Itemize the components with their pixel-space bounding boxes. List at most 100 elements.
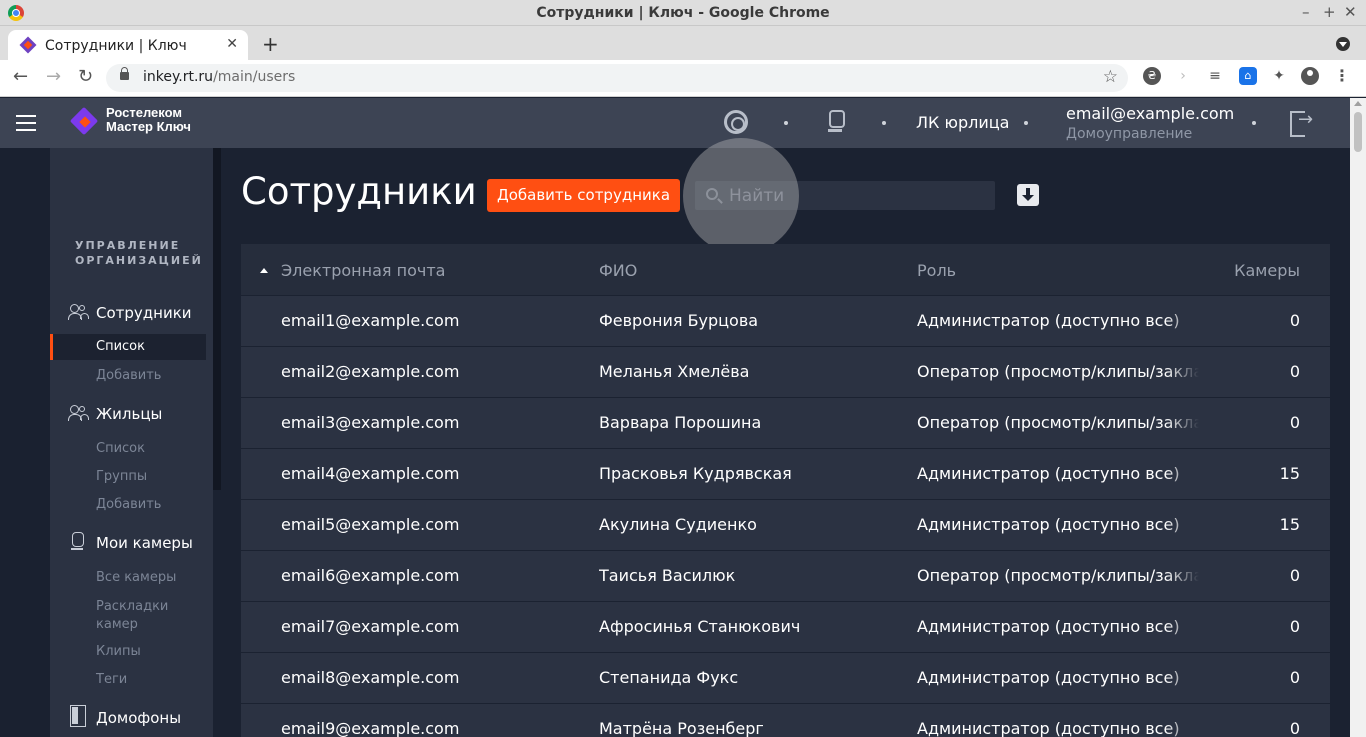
sidebar-item-residents-add[interactable]: Добавить — [96, 497, 161, 512]
column-header-role[interactable]: Роль — [917, 261, 956, 280]
table-row[interactable]: email7@example.com Афросинья Станюкович Ад… — [241, 602, 1330, 653]
table-row[interactable]: email1@example.com Феврония Бурцова Админи… — [241, 296, 1330, 347]
forward-button[interactable]: → — [46, 66, 61, 87]
sidebar-heading: УПРАВЛЕНИЕ ОРГАНИЗАЦИЕЙ — [75, 238, 203, 268]
add-employee-button[interactable]: Добавить сотрудника — [487, 179, 681, 212]
page-scrollbar[interactable] — [1350, 98, 1366, 737]
lock-icon[interactable] — [120, 67, 129, 80]
cell-name: Афросинья Станюкович — [599, 617, 801, 636]
extension-translate-icon[interactable]: ⌂ — [1239, 67, 1257, 85]
address-bar[interactable]: inkey.rt.ru/main/users ☆ — [106, 64, 1128, 92]
window-title: Сотрудники | Ключ - Google Chrome — [536, 5, 830, 21]
sidebar-section-label: Домофоны — [96, 709, 182, 727]
logout-icon[interactable] — [1290, 109, 1314, 137]
table-row[interactable]: email2@example.com Меланья Хмелёва Операто… — [241, 347, 1330, 398]
sidebar-item-camera-layouts[interactable]: Раскладки камер — [96, 598, 168, 634]
sidebar-scrollbar[interactable] — [213, 148, 221, 490]
logo-line1: Ростелеком — [106, 105, 182, 120]
extension-arrow-icon[interactable]: › — [1174, 67, 1192, 85]
cell-name: Таисья Василюк — [599, 566, 736, 585]
sidebar-section-employees[interactable]: Сотрудники — [68, 304, 192, 322]
column-header-cameras[interactable]: Камеры — [1234, 261, 1300, 280]
back-button[interactable]: ← — [13, 66, 28, 87]
scroll-up-arrow-icon[interactable] — [1354, 101, 1362, 106]
cell-cameras: 0 — [1289, 719, 1300, 737]
cell-email: email6@example.com — [281, 566, 460, 585]
lk-legal-link[interactable]: ЛК юрлица — [916, 113, 1009, 132]
sidebar-section-intercoms[interactable]: Домофоны — [68, 705, 182, 727]
cell-name: Прасковья Кудрявская — [599, 464, 792, 483]
reading-list-icon[interactable]: ≡ — [1206, 67, 1224, 85]
table-row[interactable]: email4@example.com Прасковья Кудрявская Ад… — [241, 449, 1330, 500]
page-title: Сотрудники — [241, 170, 477, 213]
extension-icon[interactable]: ₴ — [1143, 67, 1161, 85]
tab-search-icon[interactable] — [1336, 37, 1350, 51]
reload-button[interactable]: ↻ — [78, 66, 93, 87]
sort-ascending-icon[interactable] — [260, 268, 268, 273]
cell-name: Феврония Бурцова — [599, 311, 759, 330]
user-organization: Домоуправление — [1066, 126, 1193, 142]
sidebar-item-employees-add[interactable]: Добавить — [96, 368, 161, 383]
cell-email: email3@example.com — [281, 413, 460, 432]
download-icon[interactable] — [1017, 184, 1039, 206]
maximize-button[interactable]: + — [1323, 3, 1336, 21]
table-row[interactable]: email3@example.com Варвара Порошина Операт… — [241, 398, 1330, 449]
profile-avatar-icon[interactable] — [1301, 67, 1319, 85]
url-host: inkey.rt.ru — [143, 69, 214, 85]
separator-dot — [882, 121, 886, 125]
user-email[interactable]: email@example.com — [1066, 104, 1234, 123]
close-window-button[interactable]: ✕ — [1344, 3, 1357, 21]
sidebar-item-tags[interactable]: Теги — [96, 672, 127, 687]
bookmark-star-icon[interactable]: ☆ — [1103, 67, 1118, 87]
sidebar-section-label: Сотрудники — [96, 304, 192, 322]
sidebar-item-clips[interactable]: Клипы — [96, 644, 141, 659]
cell-name: Меланья Хмелёва — [599, 362, 750, 381]
minimize-button[interactable]: – — [1302, 3, 1310, 21]
logo-text[interactable]: Ростелеком Мастер Ключ — [106, 106, 191, 134]
sidebar-heading-line1: УПРАВЛЕНИЕ — [75, 239, 181, 252]
people-icon — [68, 405, 90, 421]
scrollbar-thumb[interactable] — [1354, 112, 1362, 152]
search-input[interactable] — [729, 181, 989, 210]
cell-cameras: 0 — [1289, 311, 1300, 330]
cell-email: email8@example.com — [281, 668, 460, 687]
new-tab-button[interactable]: + — [262, 32, 279, 56]
cell-email: email7@example.com — [281, 617, 460, 636]
camera-icon[interactable] — [823, 110, 847, 134]
sidebar-item-residents-list[interactable]: Список — [96, 441, 145, 456]
table-row[interactable]: email8@example.com Степанида Фукс Админист… — [241, 653, 1330, 704]
sidebar-section-cameras[interactable]: Мои камеры — [68, 532, 193, 552]
sidebar-item-label: Раскладки — [96, 599, 169, 614]
table-row[interactable]: email5@example.com Акулина Судиенко Админи… — [241, 500, 1330, 551]
support-lifebuoy-icon[interactable] — [724, 110, 748, 134]
hamburger-menu-icon[interactable] — [16, 115, 36, 131]
sidebar-item-residents-groups[interactable]: Группы — [96, 469, 147, 484]
cell-name: Степанида Фукс — [599, 668, 739, 687]
table-row[interactable]: email6@example.com Таисья Василюк Оператор… — [241, 551, 1330, 602]
browser-menu-icon[interactable]: ⋮ — [1333, 67, 1351, 85]
search-icon — [706, 188, 718, 200]
separator-dot — [784, 121, 788, 125]
tab-close-icon[interactable]: ✕ — [226, 36, 238, 52]
cell-role: Оператор (просмотр/клипы/закладки) — [917, 413, 1199, 432]
sidebar-item-employees-list[interactable]: Список — [50, 334, 206, 360]
cell-role: Администратор (доступно все) — [917, 464, 1180, 483]
table-row[interactable]: email9@example.com Матрёна Розенберг Админ… — [241, 704, 1330, 737]
extensions-puzzle-icon[interactable]: ✦ — [1270, 67, 1288, 85]
search-box[interactable] — [695, 181, 995, 210]
cell-cameras: 0 — [1289, 566, 1300, 585]
column-header-name[interactable]: ФИО — [599, 261, 637, 280]
sidebar-section-residents[interactable]: Жильцы — [68, 405, 162, 423]
column-header-email[interactable]: Электронная почта — [281, 261, 445, 280]
cell-cameras: 0 — [1289, 413, 1300, 432]
url-text[interactable]: inkey.rt.ru/main/users — [143, 69, 295, 85]
sidebar-item-all-cameras[interactable]: Все камеры — [96, 570, 176, 585]
browser-tab[interactable]: Сотрудники | Ключ ✕ — [8, 30, 248, 60]
people-icon — [68, 304, 90, 320]
cell-email: email5@example.com — [281, 515, 460, 534]
url-path: /main/users — [213, 69, 296, 85]
camera-icon — [68, 532, 90, 550]
favicon-icon — [19, 36, 37, 54]
separator-dot — [1252, 121, 1256, 125]
rostelecom-logo-icon[interactable] — [69, 106, 99, 136]
